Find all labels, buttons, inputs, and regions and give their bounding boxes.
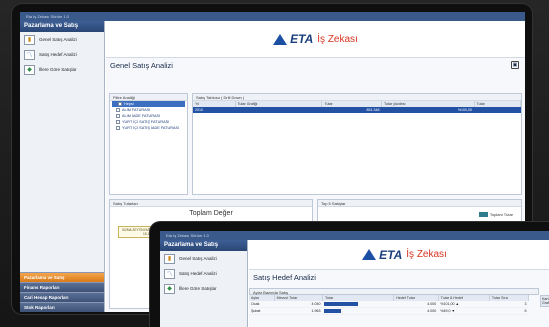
chart-legend: Toplam Tutar (478, 212, 513, 217)
pane-header: Pazarlama ve Satış (20, 21, 104, 32)
nav-item-genel-satis[interactable]: ▮ Genel Satış Analizi (160, 251, 247, 266)
checkbox-icon (116, 114, 120, 118)
bar-chart-icon: ▮ (164, 253, 175, 264)
filter-item-yurt-ici-iade[interactable]: YURT İÇİ SATIŞ İADE FATURASI (110, 125, 187, 131)
nav-groups: Pazarlama ve Satış Finans Raporları Cari… (20, 272, 104, 312)
map-icon: ◆ (164, 283, 175, 294)
checkbox-icon (116, 120, 120, 124)
filter-panel: Filtre Analiği Hepsi ALIM FATURASI ALIM … (109, 93, 188, 195)
table-row[interactable]: Şubat 1.963 4.000 %49,0 ▼ 5 (249, 307, 529, 316)
navigation-pane: Pazarlama ve Satış ▮ Genel Satış Analizi… (160, 240, 248, 327)
cell-bar (322, 307, 394, 316)
window-titlebar: Eta Iş Zekası Sürüm 1.0 (160, 231, 549, 240)
nav-item-label: İllere Göre Satışlar (179, 286, 217, 291)
eta-logo-icon (273, 33, 288, 45)
window-titlebar: Eta Iş Zekası Sürüm 1.0 (20, 12, 525, 21)
ratio-text: %101,00 (440, 302, 455, 307)
nav-item-illere-gore[interactable]: ◆ İllere Göre Satışlar (160, 281, 247, 296)
brand-name: ETA (379, 247, 403, 262)
cell-year: 2010 (193, 107, 235, 113)
nav-item-label: Satış Hedef Analizi (179, 271, 217, 276)
legend-swatch (478, 212, 488, 217)
nav-group-pazarlama[interactable]: Pazarlama ve Satış (20, 272, 104, 282)
cell-rank: 5 (489, 307, 529, 316)
page-title-text: Genel Satış Analizi (110, 61, 173, 70)
page-title: Satış Hedef Analizi (253, 273, 316, 282)
legend-label: Toplam Tutar (489, 212, 513, 217)
cell-month: Şubat (249, 307, 275, 316)
cell-amount-bar (235, 107, 322, 113)
cell-current: 1.963 (274, 307, 323, 316)
brand-banner: ETA İş Zekası (106, 21, 525, 58)
line-chart-icon: 〽 (164, 268, 175, 279)
chart-title: Toplam Değer (189, 210, 233, 217)
brand-banner: ETA İş Zekası (249, 240, 549, 270)
brand-name: ETA (290, 32, 314, 46)
nav-item-label: Genel Satış Analizi (179, 256, 217, 261)
nav-item-label: Satış Hedef Analizi (39, 52, 77, 57)
product-name: İş Zekası (406, 249, 447, 260)
value-bar (324, 302, 359, 307)
main-area: ETA İş Zekası Satış Hedef Analizi Aylar … (249, 240, 549, 327)
side-label: Kart Grafiği (540, 295, 549, 307)
nav-item-genel-satis[interactable]: ▮ Genel Satış Analizi (20, 32, 104, 47)
nav-item-label: Genel Satış Analizi (39, 37, 77, 42)
checkbox-icon (116, 108, 120, 112)
up-arrow-icon: ▲ (455, 302, 460, 307)
table-panel-header: Aylar Bazında Satış (249, 288, 539, 295)
nav-item-label: İllere Göre Satışlar (39, 67, 77, 72)
target-table: Aylar Mevcut Tutar Tutar Hedef Tutar Tut… (249, 295, 530, 316)
pane-header: Pazarlama ve Satış (160, 240, 247, 251)
bar-chart-icon: ▮ (24, 34, 35, 45)
checkbox-icon (116, 126, 120, 130)
cell-target: 4.000 (393, 307, 439, 316)
cell-amount: 851.348 (321, 107, 382, 113)
table-row[interactable]: 2010 851.348 %100,00 (193, 107, 521, 113)
line-chart-icon: 〽 (24, 49, 35, 60)
map-icon: ◆ (24, 64, 35, 75)
filter-item-label: YURT İÇİ SATIŞ İADE FATURASI (122, 126, 180, 130)
cell-ratio: %49,0 ▼ (438, 307, 490, 316)
sales-table-panel: Satış Tablosu ( Drill Down ) Yıl Tutar G… (192, 93, 522, 195)
navigation-pane: Pazarlama ve Satış ▮ Genel Satış Analizi… (20, 21, 105, 312)
left-chart-header: Satış Tutarları (110, 200, 312, 207)
product-name: İş Zekası (317, 33, 358, 45)
save-icon[interactable]: ▣ (511, 61, 519, 69)
cell-amount-bar-2 (474, 107, 521, 113)
checkbox-icon (118, 102, 122, 106)
sales-table-header: Satış Tablosu ( Drill Down ) (193, 94, 521, 101)
page-title: Genel Satış Analizi ▣ (106, 58, 525, 72)
nav-item-satis-hedef[interactable]: 〽 Satış Hedef Analizi (160, 266, 247, 281)
right-chart-header: Top 5 Satışlar (318, 200, 521, 207)
nav-item-illere-gore[interactable]: ◆ İllere Göre Satışlar (20, 62, 104, 77)
eta-logo-icon (362, 249, 377, 260)
nav-group-finans[interactable]: Finans Raporları (20, 282, 104, 292)
filter-panel-header: Filtre Analiği (110, 94, 187, 101)
nav-group-stok[interactable]: Stok Raporları (20, 302, 104, 312)
front-screen: Eta Iş Zekası Sürüm 1.0 Pazarlama ve Sat… (160, 231, 549, 327)
cell-percent: %100,00 (381, 107, 475, 113)
value-bar (324, 309, 342, 314)
nav-item-satis-hedef[interactable]: 〽 Satış Hedef Analizi (20, 47, 104, 62)
desktop-stage: Eta Iş Zekası Sürüm 1.0 Pazarlama ve Sat… (0, 0, 549, 327)
sales-table: Yıl Tutar Grafiği Tutar Tutar yüzdesi Tu… (193, 101, 522, 113)
ratio-text: %49,0 (440, 309, 451, 314)
down-arrow-icon: ▼ (451, 309, 456, 314)
nav-group-cari[interactable]: Cari Hesap Raporları (20, 292, 104, 302)
